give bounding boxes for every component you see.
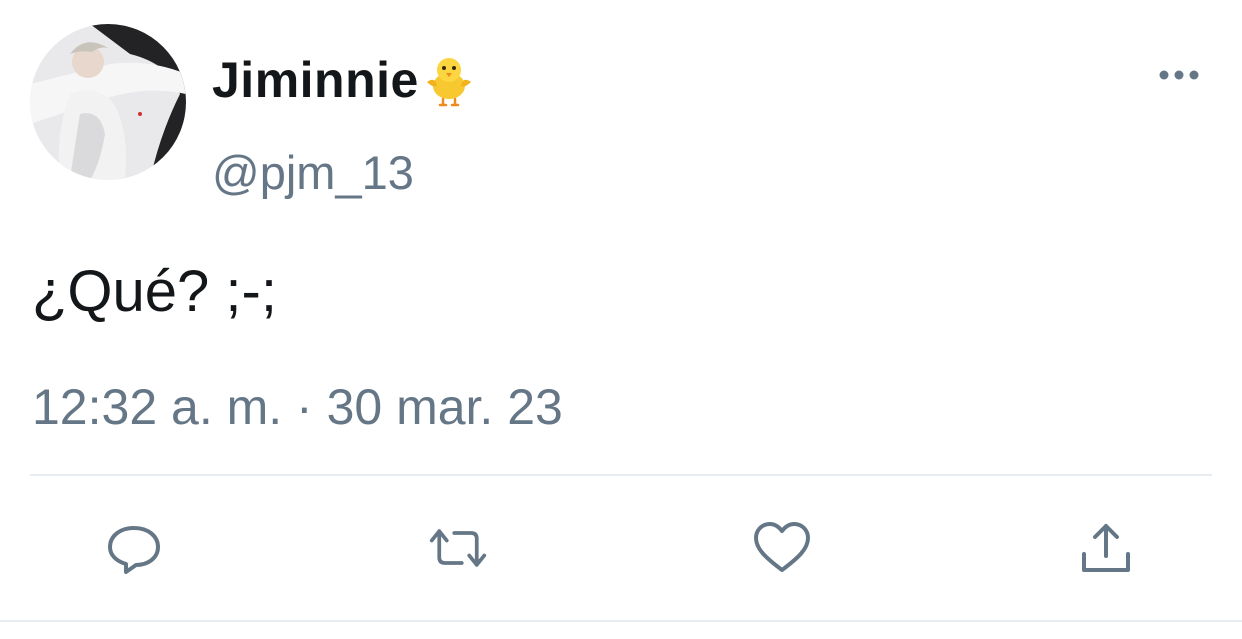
avatar[interactable]: [30, 24, 186, 180]
retweet-button[interactable]: [428, 518, 488, 578]
like-button[interactable]: [752, 518, 812, 578]
display-name[interactable]: Jiminnie: [212, 51, 419, 109]
share-button[interactable]: [1076, 518, 1136, 578]
name-row: Jiminnie: [212, 50, 477, 110]
heart-icon: [754, 522, 810, 572]
divider: [30, 474, 1212, 476]
tweet-text: ¿Qué? ;-;: [32, 259, 277, 324]
reply-icon: [108, 526, 160, 574]
retweet-icon: [429, 529, 487, 567]
handle[interactable]: @pjm_13: [212, 145, 414, 200]
share-icon: [1082, 524, 1130, 572]
chick-icon: [421, 52, 477, 113]
bottom-divider: [0, 620, 1242, 622]
reply-button[interactable]: [104, 518, 164, 578]
tweet-timestamp[interactable]: 12:32 a. m. · 30 mar. 23: [32, 378, 563, 436]
more-icon[interactable]: [1158, 66, 1200, 84]
avatar-photo: [30, 24, 186, 180]
